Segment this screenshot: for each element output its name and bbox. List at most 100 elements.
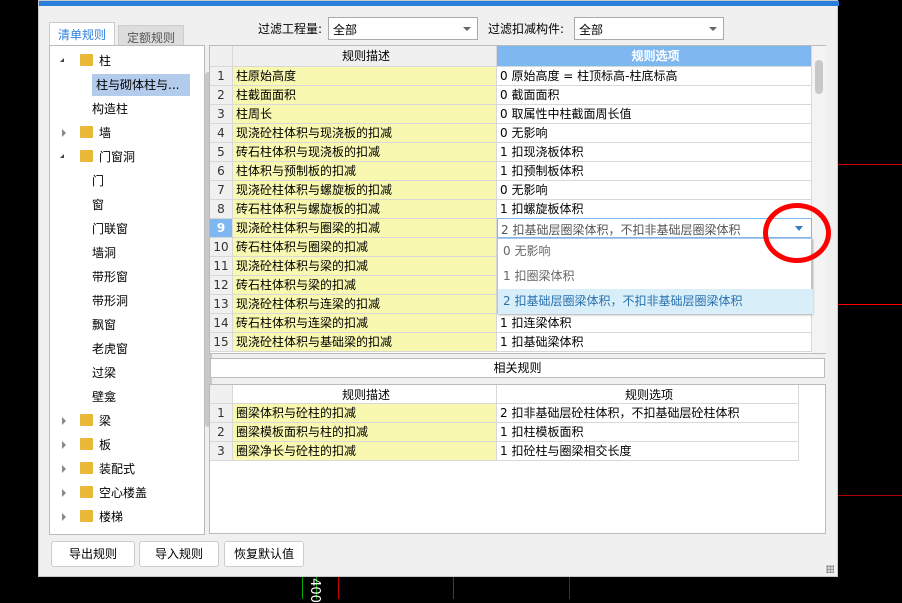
rule-option[interactable]: 0 取属性中柱截面周长值	[497, 105, 812, 124]
rule-option[interactable]: 1 扣现浇板体积	[497, 143, 812, 162]
rule-description[interactable]: 现浇砼柱体积与圈梁的扣减	[233, 219, 497, 238]
rule-option[interactable]: 0 原始高度 = 柱顶标高-柱底标高	[497, 67, 812, 86]
filter-component-value: 全部	[579, 23, 604, 37]
expanded-arrow-icon[interactable]	[60, 154, 64, 158]
related-rules-grid: 规则描述 规则选项 1 圈梁体积与砼柱的扣减 2 扣非基础层砼柱体积，不扣基础层砼柱…	[209, 384, 826, 534]
rule-option[interactable]: 1 扣砼柱与圈梁相交长度	[497, 442, 799, 461]
collapsed-arrow-icon[interactable]	[62, 417, 66, 425]
dropdown-option[interactable]: 1 扣圈梁体积	[498, 264, 813, 289]
column-header-description[interactable]: 规则描述	[233, 46, 497, 67]
rule-description[interactable]: 圈梁体积与砼柱的扣减	[233, 404, 497, 423]
tree-item-label: 过梁	[92, 366, 117, 380]
tree-item[interactable]: 壁龛	[92, 386, 116, 408]
collapsed-arrow-icon[interactable]	[62, 465, 66, 473]
restore-defaults-button[interactable]: 恢复默认值	[224, 541, 304, 567]
rule-description[interactable]: 砖石柱体积与螺旋板的扣减	[233, 200, 497, 219]
option-dropdown-list: 0 无影响 1 扣圈梁体积 2 扣基础层圈梁体积，不扣非基础层圈梁体积	[497, 238, 813, 314]
rule-description[interactable]: 圈梁净长与砼柱的扣减	[233, 442, 497, 461]
row-number: 2	[210, 86, 233, 105]
column-header-option[interactable]: 规则选项	[497, 46, 812, 67]
tree-item[interactable]: 墙洞	[92, 242, 116, 264]
export-rules-button[interactable]: 导出规则	[51, 541, 135, 567]
grid-corner	[210, 385, 233, 404]
rule-description[interactable]: 现浇砼柱体积与现浇板的扣减	[233, 124, 497, 143]
tree-item[interactable]: 柱	[58, 50, 111, 72]
row-number: 11	[210, 257, 233, 276]
import-rules-button[interactable]: 导入规则	[139, 541, 219, 567]
expanded-arrow-icon[interactable]	[60, 58, 64, 62]
rule-description[interactable]: 现浇砼柱体积与螺旋板的扣减	[233, 181, 497, 200]
collapsed-arrow-icon[interactable]	[62, 129, 66, 137]
tree-item[interactable]: 老虎窗	[92, 338, 128, 360]
tree-item[interactable]: 飘窗	[92, 314, 116, 336]
tree-item-label: 带形洞	[92, 294, 129, 308]
rule-description[interactable]: 柱体积与预制板的扣减	[233, 162, 497, 181]
rule-option[interactable]: 0 无影响	[497, 181, 812, 200]
rule-option[interactable]: 0 截面面积	[497, 86, 812, 105]
rule-description[interactable]: 砖石柱体积与梁的扣减	[233, 276, 497, 295]
collapsed-arrow-icon[interactable]	[62, 441, 66, 449]
tree-item[interactable]: 空心楼盖	[58, 482, 147, 504]
row-number: 10	[210, 238, 233, 257]
filter-component-select[interactable]: 全部	[574, 17, 724, 40]
rule-description[interactable]: 砖石柱体积与现浇板的扣减	[233, 143, 497, 162]
row-number: 5	[210, 143, 233, 162]
rule-description[interactable]: 现浇砼柱体积与梁的扣减	[233, 257, 497, 276]
collapsed-arrow-icon[interactable]	[62, 489, 66, 497]
grid-scrollbar-track[interactable]	[812, 46, 826, 353]
cad-line	[302, 577, 303, 599]
row-number: 6	[210, 162, 233, 181]
rule-option[interactable]: 2 扣非基础层砼柱体积，不扣基础层砼柱体积	[497, 404, 799, 423]
tree-item[interactable]: 门窗洞	[58, 146, 135, 168]
rule-option[interactable]: 1 扣柱模板面积	[497, 423, 799, 442]
tree-item[interactable]: 构造柱	[92, 98, 128, 120]
tree-item-label: 壁龛	[92, 390, 117, 404]
rule-option[interactable]: 1 扣螺旋板体积	[497, 200, 812, 219]
component-tree: 柱柱与砌体柱与... 构造柱墙门窗洞门窗门联窗墙洞带形窗带形洞飘窗老虎窗过梁壁龛梁…	[49, 45, 212, 535]
rule-description[interactable]: 圈梁模板面积与柱的扣减	[233, 423, 497, 442]
tree-item[interactable]: 门	[92, 170, 104, 192]
tree-item[interactable]: 过梁	[92, 362, 116, 384]
rule-description[interactable]: 现浇砼柱体积与连梁的扣减	[233, 295, 497, 314]
rule-option[interactable]: 0 无影响	[497, 124, 812, 143]
tree-item[interactable]: 柱与砌体柱与...	[92, 74, 190, 96]
grid-corner	[210, 46, 233, 67]
tree-item[interactable]: 板	[58, 434, 111, 456]
tree-item-label: 墙洞	[92, 246, 117, 260]
tab-bill-rules[interactable]: 清单规则	[49, 22, 116, 46]
tree-item[interactable]: 楼梯	[58, 506, 123, 528]
tree-item-label: 门联窗	[92, 222, 129, 236]
resize-grip-icon[interactable]	[826, 565, 834, 573]
tree-item[interactable]: 带形洞	[92, 290, 128, 312]
annotation-circle	[763, 203, 831, 263]
rule-option[interactable]: 1 扣预制板体积	[497, 162, 812, 181]
column-header-option[interactable]: 规则选项	[497, 385, 799, 404]
tree-item[interactable]: 梁	[58, 410, 111, 432]
grid-scrollbar-thumb[interactable]	[815, 60, 823, 94]
rule-description[interactable]: 柱截面面积	[233, 86, 497, 105]
row-number: 15	[210, 333, 233, 352]
rule-description[interactable]: 砖石柱体积与圈梁的扣减	[233, 238, 497, 257]
related-rules-header[interactable]: 相关规则	[210, 358, 825, 378]
rule-description[interactable]: 柱原始高度	[233, 67, 497, 86]
tree-item[interactable]: 门联窗	[92, 218, 128, 240]
rule-description[interactable]: 柱周长	[233, 105, 497, 124]
tree-item[interactable]: 窗	[92, 194, 104, 216]
column-header-description[interactable]: 规则描述	[233, 385, 497, 404]
tree-item[interactable]: 带形窗	[92, 266, 128, 288]
rule-description[interactable]: 现浇砼柱体积与基础梁的扣减	[233, 333, 497, 352]
filter-quantity-select[interactable]: 全部	[328, 17, 478, 40]
tab-quota-rules[interactable]: 定额规则	[118, 25, 185, 46]
collapsed-arrow-icon[interactable]	[62, 513, 66, 521]
rule-option[interactable]: 1 扣连梁体积	[497, 314, 812, 333]
folder-icon	[80, 462, 93, 474]
tree-item-label: 门	[92, 174, 105, 188]
tree-item-label: 飘窗	[92, 318, 117, 332]
dropdown-option-selected[interactable]: 2 扣基础层圈梁体积，不扣非基础层圈梁体积	[498, 289, 813, 314]
tree-item[interactable]: 装配式	[58, 458, 135, 480]
rule-option[interactable]: 1 扣基础梁体积	[497, 333, 812, 352]
filter-quantity-value: 全部	[333, 23, 358, 37]
tree-item[interactable]: 墙	[58, 122, 111, 144]
rule-description[interactable]: 砖石柱体积与连梁的扣减	[233, 314, 497, 333]
tree-item-label: 老虎窗	[92, 342, 129, 356]
